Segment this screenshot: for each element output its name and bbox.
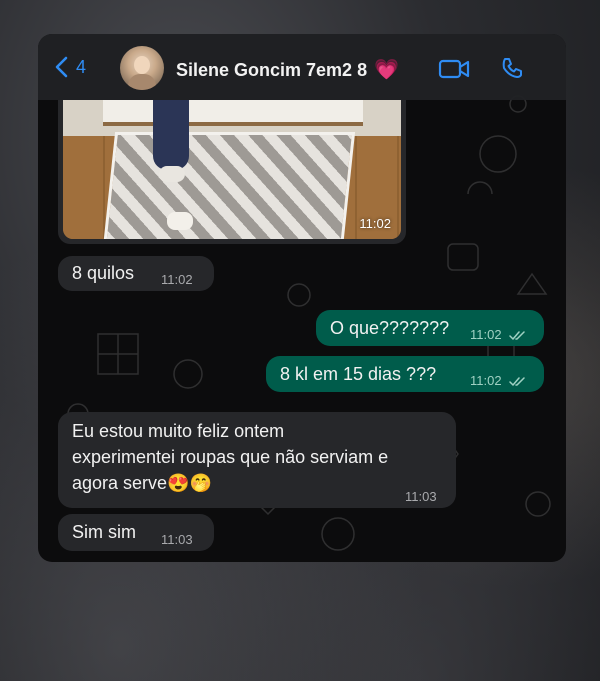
message-time: 11:02 <box>470 373 502 388</box>
message-time: 11:02 <box>359 216 391 231</box>
chat-window: 4 Silene Goncim 7em2 8 💗 11:02 8 quilos … <box>38 34 566 562</box>
message-time: 11:03 <box>161 532 193 547</box>
message-meta: 11:02 <box>470 322 527 348</box>
message-time: 11:02 <box>470 327 502 342</box>
contact-name-text: Silene Goncim 7em2 8 <box>176 60 368 80</box>
contact-name[interactable]: Silene Goncim 7em2 8 💗 <box>176 57 399 82</box>
phone-icon[interactable] <box>500 56 524 80</box>
double-check-icon <box>509 377 525 386</box>
message-text: Sim sim <box>72 522 136 542</box>
chevron-left-icon <box>55 56 68 78</box>
back-button[interactable]: 4 <box>54 56 86 78</box>
chat-header: 4 Silene Goncim 7em2 8 💗 <box>38 34 566 100</box>
message-text: 8 quilos <box>72 263 135 283</box>
heart-emoji: 💗 <box>374 59 400 81</box>
message-time: 11:03 <box>405 489 437 504</box>
incoming-message[interactable]: Sim sim 11:03 <box>58 514 214 551</box>
video-call-icon[interactable] <box>438 58 470 80</box>
incoming-message[interactable]: 8 quilos 11:02 <box>58 256 214 291</box>
message-text: Eu estou muito feliz ontem experimentei … <box>72 421 389 493</box>
message-text: O que??????? <box>330 318 450 338</box>
message-meta: 11:02 <box>470 368 527 394</box>
message-time: 11:02 <box>161 272 193 287</box>
message-text: 8 kl em 15 dias ??? <box>280 364 437 384</box>
outgoing-message[interactable]: O que??????? 11:02 <box>316 310 544 346</box>
outgoing-message[interactable]: 8 kl em 15 dias ??? 11:02 <box>266 356 544 392</box>
contact-avatar[interactable] <box>120 46 164 90</box>
message-photo[interactable]: 11:02 <box>63 100 401 239</box>
image-message[interactable]: 11:02 <box>58 100 406 244</box>
incoming-message[interactable]: Eu estou muito feliz ontem experimentei … <box>58 412 456 508</box>
back-count: 4 <box>76 56 87 77</box>
double-check-icon <box>509 331 525 340</box>
